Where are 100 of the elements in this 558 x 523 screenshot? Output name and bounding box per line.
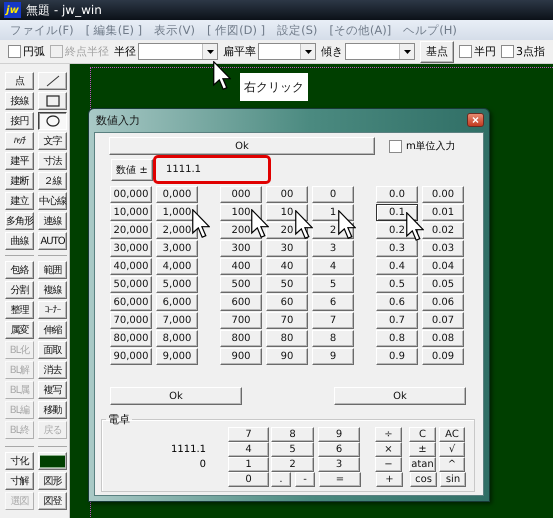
- tool-button[interactable]: 伸縮: [38, 321, 67, 339]
- keypad-button[interactable]: 0,000: [156, 186, 198, 203]
- calculator-key[interactable]: AC: [439, 427, 465, 442]
- keypad-button[interactable]: 00,000: [110, 186, 152, 203]
- tool-button[interactable]: 整理: [5, 301, 34, 319]
- ok-button[interactable]: Ok: [334, 387, 466, 405]
- keypad-button[interactable]: 0.03: [422, 240, 464, 257]
- tool-button[interactable]: 寸法: [38, 152, 67, 170]
- keypad-button[interactable]: 60: [266, 294, 308, 311]
- keypad-button[interactable]: 6: [312, 294, 354, 311]
- keypad-button[interactable]: 00: [266, 186, 308, 203]
- keypad-button[interactable]: 9,000: [156, 348, 198, 365]
- calculator-key[interactable]: 1: [228, 457, 269, 472]
- keypad-button[interactable]: 90,000: [110, 348, 152, 365]
- calculator-key[interactable]: 5: [271, 442, 314, 457]
- keypad-button[interactable]: 0.3: [376, 240, 418, 257]
- tool-button[interactable]: 連線: [38, 212, 67, 230]
- tool-button[interactable]: 分割: [5, 281, 34, 299]
- tool-button[interactable]: 移動: [38, 401, 67, 419]
- keypad-button[interactable]: 60,000: [110, 294, 152, 311]
- keypad-button[interactable]: 90: [266, 348, 308, 365]
- keypad-button[interactable]: 6,000: [156, 294, 198, 311]
- rectangle-tool-button[interactable]: [38, 92, 67, 110]
- calculator-key[interactable]: 0: [228, 472, 269, 487]
- keypad-button[interactable]: 700: [220, 312, 262, 329]
- keypad-button[interactable]: 600: [220, 294, 262, 311]
- tool-button[interactable]: 図形: [38, 472, 67, 490]
- calculator-key[interactable]: 7: [228, 427, 269, 442]
- keypad-button[interactable]: 40: [266, 258, 308, 275]
- keypad-button[interactable]: 8: [312, 330, 354, 347]
- keypad-button[interactable]: 20,000: [110, 222, 152, 239]
- keypad-button[interactable]: 0.01: [422, 204, 464, 221]
- keypad-button[interactable]: 0.6: [376, 294, 418, 311]
- combo-box[interactable]: [138, 43, 218, 60]
- keypad-button[interactable]: 0.9: [376, 348, 418, 365]
- keypad-button[interactable]: 0.08: [422, 330, 464, 347]
- keypad-button[interactable]: 5: [312, 276, 354, 293]
- calculator-key[interactable]: ÷: [375, 427, 402, 442]
- keypad-button[interactable]: 0.1: [376, 204, 418, 221]
- calculator-key[interactable]: C: [409, 427, 436, 442]
- tool-button[interactable]: 複線: [38, 281, 67, 299]
- keypad-button[interactable]: 0.00: [422, 186, 464, 203]
- calculator-key[interactable]: 9: [318, 427, 360, 442]
- keypad-button[interactable]: 50: [266, 276, 308, 293]
- close-button[interactable]: [467, 112, 484, 126]
- calculator-key[interactable]: ±: [409, 442, 436, 457]
- calculator-key[interactable]: ×: [375, 442, 402, 457]
- keypad-button[interactable]: 5,000: [156, 276, 198, 293]
- keypad-button[interactable]: 300: [220, 240, 262, 257]
- keypad-button[interactable]: 9: [312, 348, 354, 365]
- keypad-button[interactable]: 50,000: [110, 276, 152, 293]
- checkbox[interactable]: [501, 45, 514, 58]
- calculator-key[interactable]: 6: [318, 442, 360, 457]
- calculator-key[interactable]: +: [376, 472, 403, 487]
- keypad-button[interactable]: 3,000: [156, 240, 198, 257]
- calculator-key[interactable]: sin: [440, 472, 466, 487]
- keypad-button[interactable]: 000: [220, 186, 262, 203]
- tool-button[interactable]: 範囲: [38, 261, 67, 279]
- keypad-button[interactable]: 0.05: [422, 276, 464, 293]
- tool-button[interactable]: 属変: [5, 321, 34, 339]
- tool-button[interactable]: 点: [5, 72, 34, 90]
- keypad-button[interactable]: 0.8: [376, 330, 418, 347]
- keypad-button[interactable]: 900: [220, 348, 262, 365]
- checkbox[interactable]: [8, 45, 21, 58]
- keypad-button[interactable]: 30,000: [110, 240, 152, 257]
- keypad-button[interactable]: 70,000: [110, 312, 152, 329]
- tool-button[interactable]: AUTO: [38, 232, 67, 250]
- calculator-key[interactable]: 3: [318, 457, 360, 472]
- keypad-button[interactable]: 40,000: [110, 258, 152, 275]
- value-field[interactable]: 1111.1: [153, 155, 271, 184]
- keypad-button[interactable]: 7,000: [156, 312, 198, 329]
- keypad-button[interactable]: 70: [266, 312, 308, 329]
- tool-button[interactable]: 曲線: [5, 232, 34, 250]
- keypad-button[interactable]: 4,000: [156, 258, 198, 275]
- keypad-button[interactable]: 0.07: [422, 312, 464, 329]
- tool-button[interactable]: 寸解: [5, 472, 34, 490]
- keypad-button[interactable]: 0.0: [376, 186, 418, 203]
- keypad-button[interactable]: 0.04: [422, 258, 464, 275]
- checkbox[interactable]: [459, 45, 472, 58]
- tool-button[interactable]: 複写: [38, 381, 67, 399]
- keypad-button[interactable]: 500: [220, 276, 262, 293]
- tool-button[interactable]: 建断: [5, 172, 34, 190]
- tool-button[interactable]: 図登: [38, 492, 67, 510]
- keypad-button[interactable]: 0: [312, 186, 354, 203]
- keypad-button[interactable]: 1: [312, 204, 354, 221]
- tool-button[interactable]: 接円: [5, 112, 34, 130]
- keypad-button[interactable]: 0.06: [422, 294, 464, 311]
- keypad-button[interactable]: 3: [312, 240, 354, 257]
- combo-box[interactable]: [345, 43, 415, 60]
- keypad-button[interactable]: 0.02: [422, 222, 464, 239]
- calculator-key[interactable]: ^: [439, 457, 465, 472]
- keypad-button[interactable]: 80: [266, 330, 308, 347]
- keypad-button[interactable]: 800: [220, 330, 262, 347]
- keypad-button[interactable]: 0.09: [422, 348, 464, 365]
- keypad-button[interactable]: 10: [266, 204, 308, 221]
- base-point-button[interactable]: 基点: [420, 40, 454, 62]
- calculator-key[interactable]: =: [319, 472, 361, 487]
- keypad-button[interactable]: 400: [220, 258, 262, 275]
- tool-button[interactable]: 建平: [5, 152, 34, 170]
- calculator-key[interactable]: 2: [271, 457, 314, 472]
